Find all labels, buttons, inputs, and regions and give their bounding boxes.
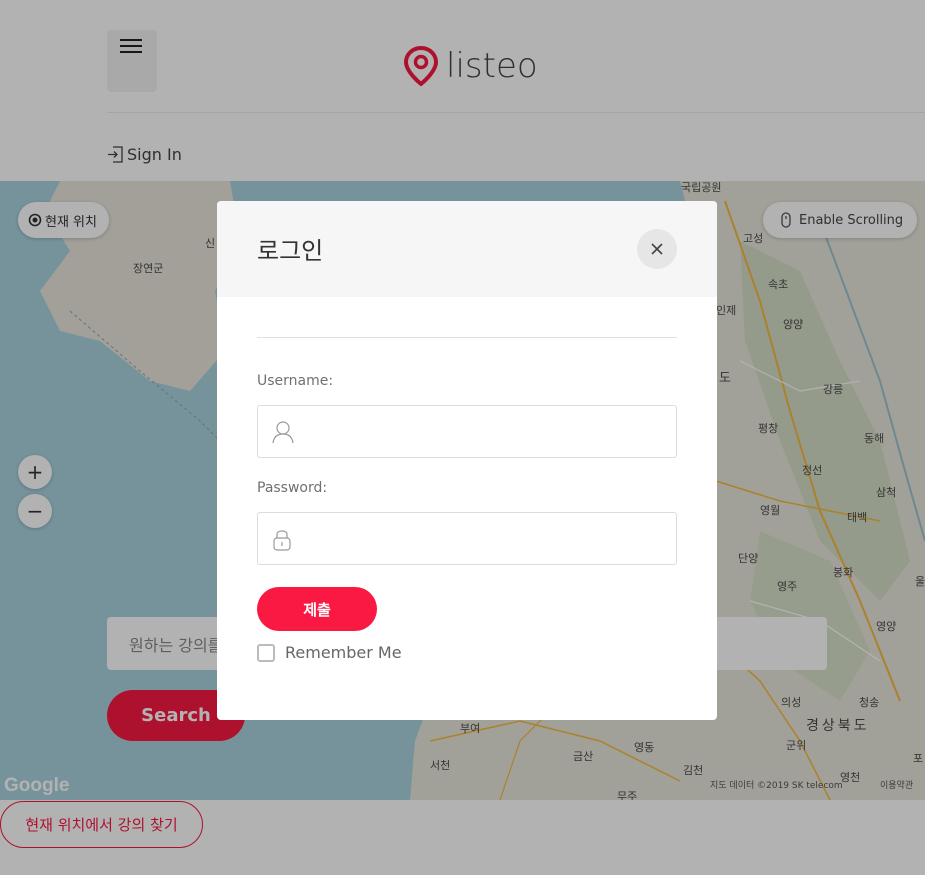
password-label: Password:	[257, 480, 328, 496]
dialog-divider	[257, 337, 677, 338]
dialog-header: 로그인	[217, 201, 717, 297]
username-label: Username:	[257, 373, 334, 389]
remember-me[interactable]: Remember Me	[257, 643, 402, 662]
submit-button[interactable]: 제출	[257, 587, 377, 631]
submit-label: 제출	[303, 600, 331, 619]
user-icon	[272, 421, 294, 444]
username-input[interactable]	[304, 406, 664, 457]
dialog-title: 로그인	[257, 237, 324, 265]
close-icon	[651, 243, 663, 255]
lock-icon	[273, 530, 291, 551]
remember-checkbox[interactable]	[257, 643, 275, 662]
login-dialog: 로그인 Username: Password: 제출 Remember Me	[217, 201, 717, 720]
close-button[interactable]	[637, 229, 677, 269]
username-field[interactable]	[257, 405, 677, 458]
password-field[interactable]	[257, 512, 677, 565]
remember-label: Remember Me	[285, 643, 402, 662]
password-input[interactable]	[304, 513, 664, 564]
